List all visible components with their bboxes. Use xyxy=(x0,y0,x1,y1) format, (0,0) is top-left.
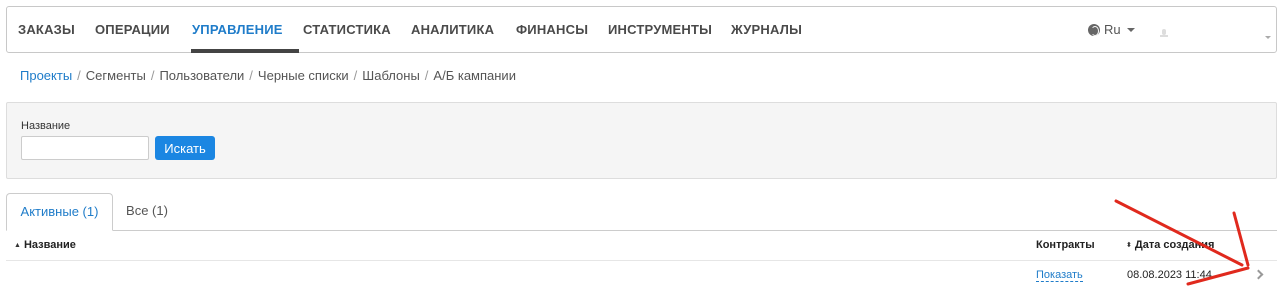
name-filter-input[interactable] xyxy=(21,136,149,160)
nav-item-finance[interactable]: ФИНАНСЫ xyxy=(516,22,588,37)
tab-all[interactable]: Все (1) xyxy=(115,193,179,231)
tabs: Активные (1) Все (1) xyxy=(6,193,1277,231)
column-header-name-label: Название xyxy=(23,239,76,251)
language-label: Ru xyxy=(1104,22,1121,37)
breadcrumb-ab-campaigns[interactable]: А/Б кампании xyxy=(433,68,516,83)
breadcrumb-users[interactable]: Пользователи xyxy=(159,68,244,83)
table-divider xyxy=(6,260,1277,261)
column-header-created[interactable]: ⬍ Дата создания xyxy=(1126,239,1214,251)
user-icon[interactable] xyxy=(1158,29,1172,39)
top-navigation: ЗАКАЗЫ ОПЕРАЦИИ УПРАВЛЕНИЕ СТАТИСТИКА АН… xyxy=(6,6,1277,53)
nav-item-orders[interactable]: ЗАКАЗЫ xyxy=(18,22,75,37)
breadcrumb-blacklists[interactable]: Черные списки xyxy=(258,68,349,83)
breadcrumb-templates[interactable]: Шаблоны xyxy=(362,68,420,83)
show-contracts-link[interactable]: Показать xyxy=(1036,269,1083,282)
nav-item-journals[interactable]: ЖУРНАЛЫ xyxy=(731,22,802,37)
nav-item-operations[interactable]: ОПЕРАЦИИ xyxy=(95,22,170,37)
column-header-created-label: Дата создания xyxy=(1134,239,1215,251)
sort-asc-icon: ▲ xyxy=(14,242,21,249)
breadcrumb-segments[interactable]: Сегменты xyxy=(86,68,146,83)
name-filter-label: Название xyxy=(21,120,71,132)
language-selector[interactable]: Ru xyxy=(1088,22,1135,37)
nav-item-analytics[interactable]: АНАЛИТИКА xyxy=(411,22,494,37)
active-nav-indicator xyxy=(191,49,299,53)
breadcrumb-separator: / xyxy=(77,68,81,83)
tab-active[interactable]: Активные (1) xyxy=(6,193,113,231)
chevron-right-icon[interactable] xyxy=(1253,269,1264,280)
nav-item-tools[interactable]: ИНСТРУМЕНТЫ xyxy=(608,22,712,37)
column-header-contracts: Контракты xyxy=(1036,239,1095,251)
breadcrumb: Проекты / Сегменты / Пользователи / Черные спи… xyxy=(20,68,516,83)
user-menu-chevron-down-icon[interactable] xyxy=(1265,36,1271,39)
nav-item-statistics[interactable]: СТАТИСТИКА xyxy=(303,22,391,37)
filter-panel: Название Искать xyxy=(6,102,1277,179)
breadcrumb-separator: / xyxy=(353,68,358,83)
nav-item-management[interactable]: УПРАВЛЕНИЕ xyxy=(192,22,283,37)
column-header-name[interactable]: ▲ Название xyxy=(14,239,76,251)
breadcrumb-separator: / xyxy=(424,68,429,83)
breadcrumb-separator: / xyxy=(249,68,253,83)
breadcrumb-separator: / xyxy=(150,68,155,83)
breadcrumb-projects[interactable]: Проекты xyxy=(20,68,72,83)
search-button[interactable]: Искать xyxy=(155,136,215,160)
sort-icon: ⬍ xyxy=(1126,242,1132,249)
row-name xyxy=(13,269,23,281)
globe-icon xyxy=(1088,23,1100,36)
row-created-date: 08.08.2023 11:44 xyxy=(1127,269,1212,281)
chevron-down-icon xyxy=(1126,27,1135,32)
